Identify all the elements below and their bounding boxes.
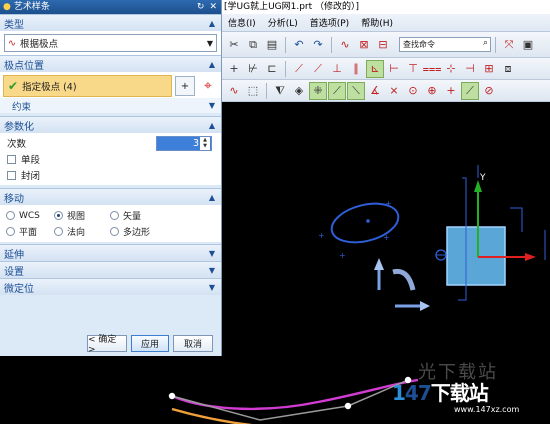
degree-spinner[interactable]: 3 ▲ ▼ bbox=[156, 135, 212, 151]
specify-pole-label: 指定极点 (4) bbox=[22, 82, 77, 93]
radio-plane[interactable]: 平面 bbox=[6, 225, 54, 238]
spline-type-icon: ∿ bbox=[8, 37, 16, 49]
section-parameterization-label: 参数化 bbox=[4, 121, 34, 133]
chevron-down-icon[interactable]: ▼ bbox=[209, 266, 215, 275]
section-fine-position-header[interactable]: 微定位 ▼ bbox=[0, 278, 221, 295]
drag-handle-arrow-right[interactable] bbox=[420, 301, 430, 311]
reset-icon[interactable]: ↻ bbox=[197, 0, 205, 14]
section-pole-position-body: ✔ 指定极点 (4) + ⌖ bbox=[0, 72, 221, 98]
section-settings-header[interactable]: 设置 ▼ bbox=[0, 261, 221, 278]
point-dialog-button[interactable]: ⌖ bbox=[198, 76, 218, 96]
radio-button[interactable] bbox=[110, 211, 119, 220]
section-movement-label: 移动 bbox=[4, 193, 24, 205]
crosshair-icon: ⌖ bbox=[204, 78, 212, 94]
point-constructor-icon: + bbox=[180, 80, 190, 92]
section-type-header[interactable]: 类型 ▲ bbox=[0, 14, 221, 31]
radio-view[interactable]: 视图 bbox=[54, 209, 110, 222]
y-axis-label: Y bbox=[479, 173, 486, 183]
section-pole-position-header[interactable]: 极点位置 ▲ bbox=[0, 55, 221, 72]
type-dropdown[interactable]: ∿ 根据极点 ▼ bbox=[4, 34, 217, 52]
section-type-body: ∿ 根据极点 ▼ bbox=[0, 31, 221, 55]
closed-checkbox[interactable] bbox=[7, 170, 16, 180]
radio-button[interactable] bbox=[110, 227, 119, 236]
radio-view-label: 视图 bbox=[67, 212, 86, 222]
ok-button[interactable]: < 确定 > bbox=[87, 334, 127, 355]
degree-label: 次数 bbox=[7, 139, 27, 150]
radio-button[interactable] bbox=[54, 227, 63, 236]
check-icon: ✔ bbox=[8, 79, 19, 93]
single-segment-row[interactable]: 单段 bbox=[3, 151, 218, 167]
marker-plus: + bbox=[385, 199, 392, 208]
art-spline-dialog: ● 艺术样条 ↻ ✕ 类型 ▲ ∿ 根据极点 ▼ 极点位置 ▲ ✔ 指定极点 (… bbox=[0, 0, 222, 356]
dialog-title: 艺术样条 bbox=[13, 2, 50, 12]
radio-button[interactable] bbox=[6, 227, 15, 236]
cancel-button[interactable]: 取消 bbox=[173, 334, 213, 352]
watermark: 147下载站 www.147xz.com bbox=[392, 377, 519, 414]
art-spline[interactable] bbox=[171, 378, 419, 411]
constraint-subsection-header[interactable]: 约束 ▼ bbox=[0, 98, 221, 113]
chevron-up-icon[interactable]: ▲ bbox=[209, 193, 215, 202]
watermark-logo: 147下载站 bbox=[392, 381, 489, 405]
chevron-down-icon[interactable]: ▼ bbox=[207, 39, 213, 48]
constraint-label: 约束 bbox=[12, 101, 32, 113]
section-fine-position-label: 微定位 bbox=[4, 283, 34, 295]
radio-plane-label: 平面 bbox=[19, 228, 38, 238]
closed-label: 封闭 bbox=[21, 171, 41, 182]
apply-button[interactable]: 应用 bbox=[131, 334, 169, 352]
radio-wcs[interactable]: WCS bbox=[6, 209, 54, 222]
single-segment-label: 单段 bbox=[21, 155, 41, 166]
chevron-down-icon[interactable]: ▼ bbox=[209, 283, 215, 292]
type-dropdown-value: 根据极点 bbox=[19, 39, 58, 50]
radio-normal-label: 法向 bbox=[67, 228, 86, 238]
dialog-footer: < 确定 > 应用 取消 bbox=[0, 330, 221, 356]
section-parameterization-header[interactable]: 参数化 ▲ bbox=[0, 116, 221, 133]
specify-pole-selector[interactable]: ✔ 指定极点 (4) bbox=[3, 75, 172, 97]
radio-normal[interactable]: 法向 bbox=[54, 225, 110, 238]
spinner-arrows-icon[interactable]: ▲ ▼ bbox=[200, 136, 210, 150]
marker-plus: + bbox=[339, 251, 346, 260]
radio-vector[interactable]: 矢量 bbox=[110, 209, 170, 222]
section-extension-header[interactable]: 延伸 ▼ bbox=[0, 244, 221, 261]
close-icon[interactable]: ✕ bbox=[209, 0, 217, 14]
chevron-down-icon[interactable]: ▼ bbox=[209, 101, 215, 110]
radio-wcs-label: WCS bbox=[19, 210, 40, 221]
marker-plus: + bbox=[318, 231, 325, 240]
x-axis-arrow bbox=[525, 253, 536, 261]
section-pole-position-label: 极点位置 bbox=[4, 60, 44, 72]
closed-row[interactable]: 封闭 bbox=[3, 167, 218, 183]
add-point-button[interactable]: + bbox=[175, 76, 195, 96]
spline-pole[interactable] bbox=[344, 402, 352, 410]
single-segment-checkbox[interactable] bbox=[7, 154, 16, 164]
radio-polygon[interactable]: 多边形 bbox=[110, 225, 170, 238]
movement-options: WCS 视图 矢量 平面 法向 多边形 bbox=[0, 206, 221, 241]
chevron-up-icon[interactable]: ▲ bbox=[209, 19, 215, 28]
rotate-handle[interactable] bbox=[392, 268, 416, 291]
radio-button-selected[interactable] bbox=[54, 211, 63, 220]
radio-button[interactable] bbox=[6, 211, 15, 220]
spline-pole[interactable] bbox=[168, 392, 176, 400]
dialog-title-icon: ● bbox=[3, 2, 11, 12]
section-parameterization-body: 次数 3 ▲ ▼ 单段 封闭 bbox=[0, 133, 221, 185]
chevron-up-icon[interactable]: ▲ bbox=[209, 60, 215, 69]
csys-bracket bbox=[510, 207, 523, 232]
section-settings-label: 设置 bbox=[4, 266, 24, 278]
section-movement-header[interactable]: 移动 ▲ bbox=[0, 188, 221, 205]
section-movement-body: WCS 视图 矢量 平面 法向 多边形 bbox=[0, 205, 221, 242]
radio-vector-label: 矢量 bbox=[123, 212, 142, 222]
control-polygon bbox=[171, 379, 409, 421]
watermark-url: www.147xz.com bbox=[454, 405, 520, 414]
section-extension-label: 延伸 bbox=[4, 249, 24, 261]
marker-plus: + bbox=[383, 233, 390, 242]
drag-handle-arrow-up[interactable] bbox=[374, 258, 384, 270]
dialog-title-bar: ● 艺术样条 ↻ ✕ bbox=[0, 0, 221, 14]
degree-value: 3 bbox=[192, 137, 199, 149]
radio-polygon-label: 多边形 bbox=[123, 228, 151, 238]
section-type-label: 类型 bbox=[4, 19, 24, 31]
degree-row: 次数 3 ▲ ▼ bbox=[3, 135, 218, 151]
ellipse-center-point[interactable] bbox=[366, 219, 370, 223]
chevron-up-icon[interactable]: ▲ bbox=[209, 121, 215, 130]
chevron-down-icon[interactable]: ▼ bbox=[209, 249, 215, 258]
